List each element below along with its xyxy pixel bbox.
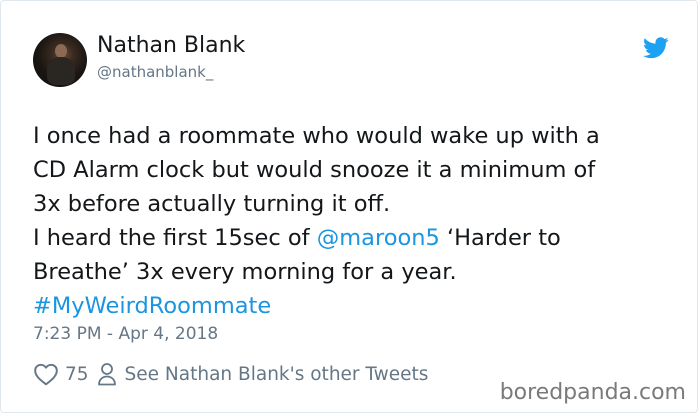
avatar-head (55, 44, 67, 58)
tweet-line-1: I once had a roommate who would wake up … (33, 123, 600, 149)
person-icon (97, 363, 116, 386)
twitter-bird-icon[interactable] (643, 37, 669, 59)
heart-icon[interactable] (33, 362, 59, 386)
author-handle[interactable]: @nathanblank_ (97, 63, 213, 81)
tweet-line-4-post: ‘Harder to (439, 225, 561, 251)
hashtag-link[interactable]: #MyWeirdRoommate (33, 289, 673, 323)
tweet-text: I once had a roommate who would wake up … (33, 119, 673, 323)
avatar[interactable] (33, 33, 87, 87)
like-count: 75 (65, 363, 89, 385)
avatar-body (47, 57, 75, 85)
tweet-line-3: 3x before actually turning it off. (33, 191, 391, 217)
tweet-timestamp[interactable]: 7:23 PM - Apr 4, 2018 (33, 323, 218, 345)
tweet-line-4: I heard the first 15sec of @maroon5 ‘Har… (33, 221, 673, 255)
author-name[interactable]: Nathan Blank (97, 33, 245, 59)
tweet-line-4-pre: I heard the first 15sec of (33, 225, 317, 251)
tweet-actions: 75 See Nathan Blank's other Tweets (33, 359, 428, 389)
tweet-line-5: Breathe’ 3x every morning for a year. (33, 259, 457, 285)
mention-link[interactable]: @maroon5 (317, 225, 440, 251)
other-tweets-link[interactable]: See Nathan Blank's other Tweets (125, 364, 429, 385)
tweet-card: Nathan Blank @nathanblank_ I once had a … (0, 0, 698, 413)
tweet-line-2: CD Alarm clock but would snooze it a min… (33, 157, 596, 183)
watermark: boredpanda.com (499, 380, 686, 405)
